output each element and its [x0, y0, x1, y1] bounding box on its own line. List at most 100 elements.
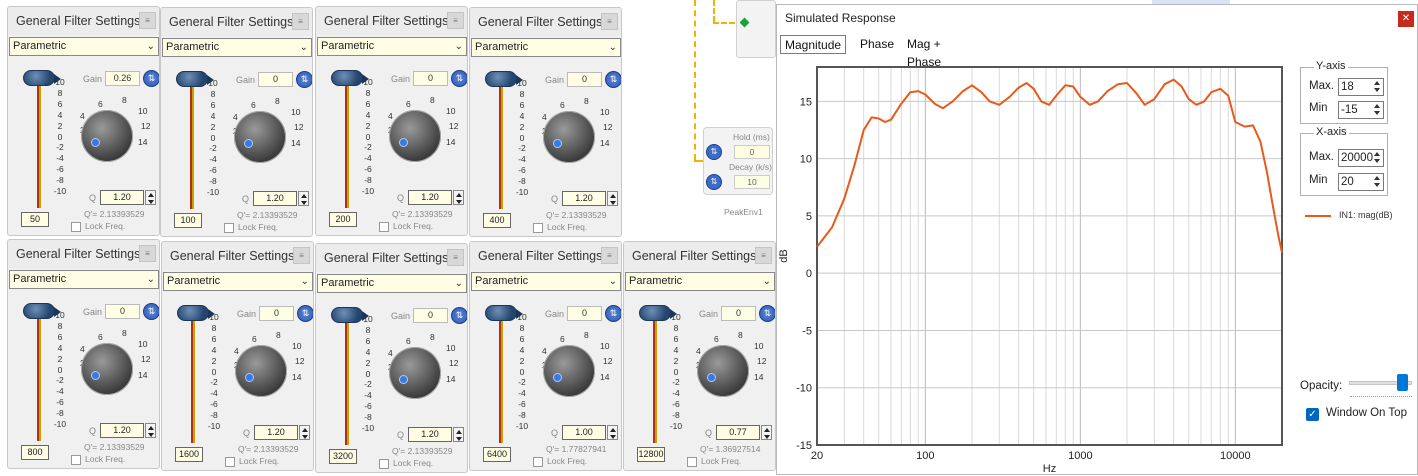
frequency-field[interactable]: 800 [21, 445, 49, 460]
filter-panel-title[interactable]: General Filter Settings ≡ [161, 8, 312, 36]
window-on-top-checkbox[interactable]: ✓ [1306, 408, 1319, 421]
gain-slider-thumb[interactable] [23, 70, 61, 86]
q-field[interactable]: 0.77 [716, 425, 760, 440]
filter-type-select[interactable]: Parametric ⌄ [317, 274, 467, 293]
panel-menu-icon[interactable]: ≡ [292, 13, 309, 30]
frequency-field[interactable]: 6400 [483, 447, 511, 462]
filter-panel[interactable]: General Filter Settings ≡ Parametric ⌄ 10… [161, 241, 314, 471]
link-icon[interactable]: ⇅ [297, 305, 313, 322]
link-icon[interactable]: ⇅ [451, 307, 467, 324]
frequency-field[interactable]: 100 [174, 213, 202, 228]
q-knob[interactable] [543, 111, 595, 163]
filter-panel[interactable]: General Filter Settings ≡ Parametric ⌄ 10… [469, 7, 622, 237]
filter-type-select[interactable]: Parametric ⌄ [163, 272, 313, 291]
q-spinner-icon[interactable] [607, 191, 618, 206]
filter-panel-title[interactable]: General Filter Settings ≡ [316, 7, 467, 35]
link-icon[interactable]: ⇅ [143, 303, 159, 320]
filter-type-select[interactable]: Parametric ⌄ [625, 272, 775, 291]
lock-freq-checkbox[interactable] [224, 223, 234, 233]
filter-panel[interactable]: General Filter Settings ≡ Parametric ⌄ 10… [315, 6, 468, 236]
filter-panel-title[interactable]: General Filter Settings ≡ [316, 244, 467, 272]
filter-panel-title[interactable]: General Filter Settings ≡ [8, 240, 159, 268]
panel-menu-icon[interactable]: ≡ [601, 13, 618, 30]
gain-field[interactable]: 0 [413, 71, 448, 86]
link-icon[interactable]: ⇅ [451, 70, 467, 87]
lock-freq-checkbox[interactable] [533, 223, 543, 233]
frequency-field[interactable]: 200 [329, 212, 357, 227]
filter-panel-title[interactable]: General Filter Settings ≡ [470, 242, 621, 270]
lock-freq-checkbox[interactable] [379, 459, 389, 469]
q-knob[interactable] [389, 347, 441, 399]
gain-field[interactable]: 0 [258, 72, 293, 87]
spinner-icon[interactable] [1373, 79, 1383, 95]
decay-value[interactable]: 10 [734, 175, 770, 189]
filter-type-select[interactable]: Parametric ⌄ [317, 37, 467, 56]
frequency-field[interactable]: 3200 [329, 449, 357, 464]
simulated-response-window[interactable]: Simulated Response ✕ Magnitude Phase Mag… [776, 4, 1418, 475]
q-field[interactable]: 1.00 [562, 425, 606, 440]
q-knob[interactable] [389, 110, 441, 162]
filter-panel[interactable]: General Filter Settings ≡ Parametric ⌄ 10… [160, 7, 313, 237]
gain-field[interactable]: 0 [567, 72, 602, 87]
filter-panel[interactable]: General Filter Settings ≡ Parametric ⌄ 10… [315, 243, 468, 473]
q-field[interactable]: 1.20 [408, 190, 452, 205]
gain-slider-thumb[interactable] [331, 307, 369, 323]
q-knob[interactable] [543, 345, 595, 397]
q-field[interactable]: 1.20 [253, 191, 297, 206]
hold-link-icon[interactable]: ⇅ [706, 144, 722, 160]
q-field[interactable]: 1.20 [100, 190, 144, 205]
gain-slider-thumb[interactable] [176, 71, 214, 87]
schematic-block[interactable] [736, 0, 776, 58]
link-icon[interactable]: ⇅ [296, 71, 312, 88]
lock-freq-checkbox[interactable] [533, 457, 543, 467]
x-max-input[interactable]: 20000 [1338, 149, 1384, 167]
filter-panel[interactable]: General Filter Settings ≡ Parametric ⌄ 10… [469, 241, 622, 471]
opacity-slider-thumb[interactable] [1396, 374, 1408, 391]
q-field[interactable]: 1.20 [408, 427, 452, 442]
schematic-canvas[interactable]: Hold (ms) ⇅ 0 Decay (k/s) ⇅ 10 PeakEnv1 … [0, 0, 1418, 475]
panel-menu-icon[interactable]: ≡ [447, 12, 464, 29]
q-spinner-icon[interactable] [761, 425, 772, 440]
lock-freq-checkbox[interactable] [225, 457, 235, 467]
filter-type-select[interactable]: Parametric ⌄ [471, 38, 621, 57]
link-icon[interactable]: ⇅ [143, 70, 159, 87]
q-spinner-icon[interactable] [298, 191, 309, 206]
q-knob[interactable] [234, 111, 286, 163]
y-max-input[interactable]: 18 [1338, 78, 1384, 96]
panel-menu-icon[interactable]: ≡ [755, 247, 772, 264]
filter-type-select[interactable]: Parametric ⌄ [162, 38, 312, 57]
panel-menu-icon[interactable]: ≡ [293, 247, 310, 264]
gain-field[interactable]: 0 [259, 306, 294, 321]
q-spinner-icon[interactable] [453, 190, 464, 205]
panel-menu-icon[interactable]: ≡ [447, 249, 464, 266]
filter-panel-title[interactable]: General Filter Settings ≡ [470, 8, 621, 36]
tab-mag-phase[interactable]: Mag + Phase [903, 35, 945, 69]
frequency-field[interactable]: 1600 [175, 447, 203, 462]
gain-slider-thumb[interactable] [177, 305, 215, 321]
gain-field[interactable]: 0 [567, 306, 602, 321]
filter-panel-title[interactable]: General Filter Settings ≡ [624, 242, 775, 270]
frequency-field[interactable]: 12800 [637, 447, 665, 462]
q-spinner-icon[interactable] [145, 190, 156, 205]
lock-freq-checkbox[interactable] [71, 455, 81, 465]
gain-slider-thumb[interactable] [485, 71, 523, 87]
x-min-input[interactable]: 20 [1338, 173, 1384, 191]
q-knob[interactable] [697, 345, 749, 397]
q-spinner-icon[interactable] [453, 427, 464, 442]
filter-panel[interactable]: General Filter Settings ≡ Parametric ⌄ 10… [7, 239, 160, 469]
q-knob[interactable] [81, 343, 133, 395]
filter-panel[interactable]: General Filter Settings ≡ Parametric ⌄ 10… [623, 241, 776, 471]
gain-slider-thumb[interactable] [639, 305, 677, 321]
q-knob[interactable] [81, 110, 133, 162]
gain-slider-thumb[interactable] [331, 70, 369, 86]
decay-link-icon[interactable]: ⇅ [706, 174, 722, 190]
q-knob[interactable] [235, 345, 287, 397]
gain-slider-thumb[interactable] [485, 305, 523, 321]
link-icon[interactable]: ⇅ [605, 305, 621, 322]
filter-panel[interactable]: General Filter Settings ≡ Parametric ⌄ 10… [7, 6, 160, 236]
lock-freq-checkbox[interactable] [71, 222, 81, 232]
spinner-icon[interactable] [1373, 150, 1383, 166]
gain-slider-thumb[interactable] [23, 303, 61, 319]
gain-field[interactable]: 0.26 [105, 71, 140, 86]
panel-menu-icon[interactable]: ≡ [139, 12, 156, 29]
